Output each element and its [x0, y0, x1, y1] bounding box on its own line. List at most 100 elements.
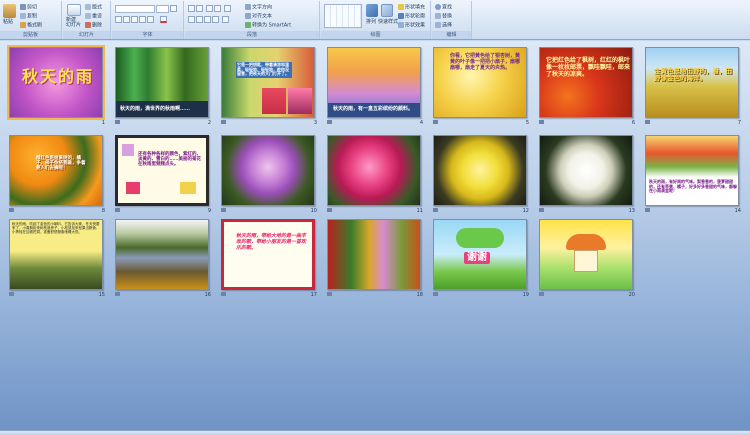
- slide-thumbnail-6[interactable]: 它把红色给了枫树，红红的枫叶像一枚枚邮票，飘哇飘哇，邮来了秋天的凉爽。: [539, 47, 633, 118]
- align-right-icon[interactable]: [204, 16, 211, 23]
- slide-thumbnail-16[interactable]: [115, 219, 209, 290]
- select-button[interactable]: 选择: [435, 22, 452, 30]
- reset-icon: [85, 13, 91, 19]
- slide-20-house-body: [574, 250, 598, 272]
- shape-outline-button[interactable]: 形状轮廓: [398, 13, 425, 21]
- slide-thumbnail-11[interactable]: [327, 135, 421, 206]
- justify-icon[interactable]: [212, 16, 219, 23]
- drawing-group-label: 绘图: [321, 31, 430, 39]
- paste-icon[interactable]: [3, 4, 16, 18]
- slide-4-transition-icon[interactable]: [327, 120, 332, 124]
- slide-thumbnail-13[interactable]: [539, 135, 633, 206]
- strikethrough-icon[interactable]: [139, 16, 146, 23]
- bold-icon[interactable]: [115, 16, 122, 23]
- font-name-select[interactable]: [115, 5, 155, 13]
- slide-12-transition-icon[interactable]: [433, 208, 438, 212]
- slide-thumbnail-3[interactable]: 它是一把钥匙，带着清凉和温柔，轻轻地、轻轻地，趁你没留意，把秋天的大门打开了。: [221, 47, 315, 118]
- align-text-button[interactable]: 对齐文本: [245, 13, 272, 21]
- grow-font-icon[interactable]: [170, 5, 177, 12]
- slide-number-1: 1: [101, 120, 105, 126]
- slide-thumbnail-15[interactable]: 秋天的雨，吹起了金色的小喇叭，它告诉大家，冬天快要来了。小喜鹊衔来树枝造房子，小…: [9, 219, 103, 290]
- slide-9-transition-icon[interactable]: [115, 208, 120, 212]
- select-icon: [435, 22, 441, 28]
- slides-group: 新建 幻灯片 版式 重设 删除 幻灯片: [63, 1, 111, 39]
- slide-number-3: 3: [313, 120, 317, 126]
- slide-7-transition-icon[interactable]: [645, 120, 650, 124]
- slides-group-label: 幻灯片: [63, 31, 110, 39]
- slide-thumbnail-10[interactable]: [221, 135, 315, 206]
- align-text-icon: [245, 13, 251, 19]
- slide-9-flower-photo: [122, 144, 134, 156]
- slide-thumbnail-5[interactable]: 你看，它把黄色给了银杏树，黄黄的叶子像一把把小扇子，扇哪扇哪，扇走了夏天的炎热。: [433, 47, 527, 118]
- shape-fill-button[interactable]: 形状填充: [398, 4, 425, 12]
- quick-styles-icon[interactable]: [381, 4, 393, 17]
- italic-icon[interactable]: [123, 16, 130, 23]
- slide-6-transition-icon[interactable]: [539, 120, 544, 124]
- bullets-icon[interactable]: [188, 5, 195, 12]
- slide-2-transition-icon[interactable]: [115, 120, 120, 124]
- slide-thumbnail-4[interactable]: 秋天的雨，有一盒五彩缤纷的颜料。: [327, 47, 421, 118]
- replace-button[interactable]: 替换: [435, 13, 452, 21]
- text-direction-button[interactable]: 文字方向: [245, 4, 272, 12]
- shapes-gallery[interactable]: [324, 4, 362, 28]
- slide-number-4: 4: [419, 120, 423, 126]
- slide-11-transition-icon[interactable]: [327, 208, 332, 212]
- font-color-icon[interactable]: [160, 16, 167, 23]
- decrease-indent-icon[interactable]: [206, 5, 213, 12]
- convert-smartart-button[interactable]: 转换为 SmartArt: [245, 22, 291, 30]
- slide-thumbnail-18[interactable]: [327, 219, 421, 290]
- slide-3-transition-icon[interactable]: [221, 120, 226, 124]
- slide-5-transition-icon[interactable]: [433, 120, 438, 124]
- increase-indent-icon[interactable]: [214, 5, 221, 12]
- slide-20-transition-icon[interactable]: [539, 292, 544, 296]
- copy-button[interactable]: 复制: [20, 13, 37, 21]
- slide-thumbnail-12[interactable]: [433, 135, 527, 206]
- slide-9-flower-photo-3: [180, 182, 196, 194]
- new-slide-button[interactable]: 新建 幻灯片: [66, 18, 81, 28]
- slide-thumbnail-8[interactable]: 橙红色是给果树的，橘子、柿子你挤我碰，争着要人们去摘呢！: [9, 135, 103, 206]
- slide-6-text: 它把红色给了枫树，红红的枫叶像一枚枚邮票，飘哇飘哇，邮来了秋天的凉爽。: [546, 57, 631, 78]
- arrange-icon[interactable]: [366, 4, 378, 17]
- arrange-button[interactable]: 排列: [366, 19, 376, 26]
- brush-icon: [20, 22, 26, 28]
- slide-16-transition-icon[interactable]: [115, 292, 120, 296]
- slide-18-transition-icon[interactable]: [327, 292, 332, 296]
- numbering-icon[interactable]: [196, 5, 203, 12]
- slide-thumbnail-2[interactable]: 秋天的雨，满世界的秋雨啊……: [115, 47, 209, 118]
- slide-8-transition-icon[interactable]: [9, 208, 14, 212]
- slide-thumbnail-19[interactable]: 谢谢: [433, 219, 527, 290]
- font-size-select[interactable]: [156, 5, 169, 13]
- slide-13-transition-icon[interactable]: [539, 208, 544, 212]
- outline-icon: [398, 13, 404, 19]
- underline-icon[interactable]: [131, 16, 138, 23]
- columns-icon[interactable]: [222, 16, 229, 23]
- replace-icon: [435, 13, 441, 19]
- cut-button[interactable]: 剪切: [20, 4, 37, 12]
- delete-button[interactable]: 删除: [85, 22, 102, 30]
- slide-10-transition-icon[interactable]: [221, 208, 226, 212]
- shadow-icon[interactable]: [147, 16, 154, 23]
- line-spacing-icon[interactable]: [224, 5, 231, 12]
- slide-thumbnail-9[interactable]: 还有各种各样的颜色，紫红的、淡黄的、雪白的……美丽的菊花在秋雨里频频点头。: [115, 135, 209, 206]
- slide-19-transition-icon[interactable]: [433, 292, 438, 296]
- align-center-icon[interactable]: [196, 16, 203, 23]
- slide-17-transition-icon[interactable]: [221, 292, 226, 296]
- layout-button[interactable]: 版式: [85, 4, 102, 12]
- shape-effects-button[interactable]: 形状效果: [398, 22, 425, 30]
- slide-14-text: 秋天的雨，有好闻的气味。梨香香的，菠萝甜甜的，还有苹果、橘子，好多好多香甜的气味…: [649, 179, 737, 194]
- paste-button[interactable]: 粘贴: [3, 19, 13, 26]
- find-button[interactable]: 查找: [435, 4, 452, 12]
- new-slide-icon[interactable]: [67, 4, 81, 16]
- slide-15-transition-icon[interactable]: [9, 292, 14, 296]
- slide-thumbnail-20[interactable]: [539, 219, 633, 290]
- align-left-icon[interactable]: [188, 16, 195, 23]
- slide-thumbnail-1[interactable]: 秋天的雨: [7, 45, 105, 120]
- slide-thumbnail-14[interactable]: 秋天的雨，有好闻的气味。梨香香的，菠萝甜甜的，还有苹果、橘子，好多好多香甜的气味…: [645, 135, 739, 206]
- slide-thumbnail-17[interactable]: 秋天的雨，带给大地的是一曲丰收的歌，带给小朋友的是一首欢乐的歌。: [221, 219, 315, 290]
- quick-styles-button[interactable]: 快速样式: [378, 19, 398, 26]
- slide-14-transition-icon[interactable]: [645, 208, 650, 212]
- slide-1-title: 秋天的雨: [22, 67, 95, 86]
- format-painter-button[interactable]: 格式刷: [20, 22, 42, 30]
- reset-button[interactable]: 重设: [85, 13, 102, 21]
- slide-thumbnail-7[interactable]: 金黄色是给田野的，看，田野像金色的海洋。: [645, 47, 739, 118]
